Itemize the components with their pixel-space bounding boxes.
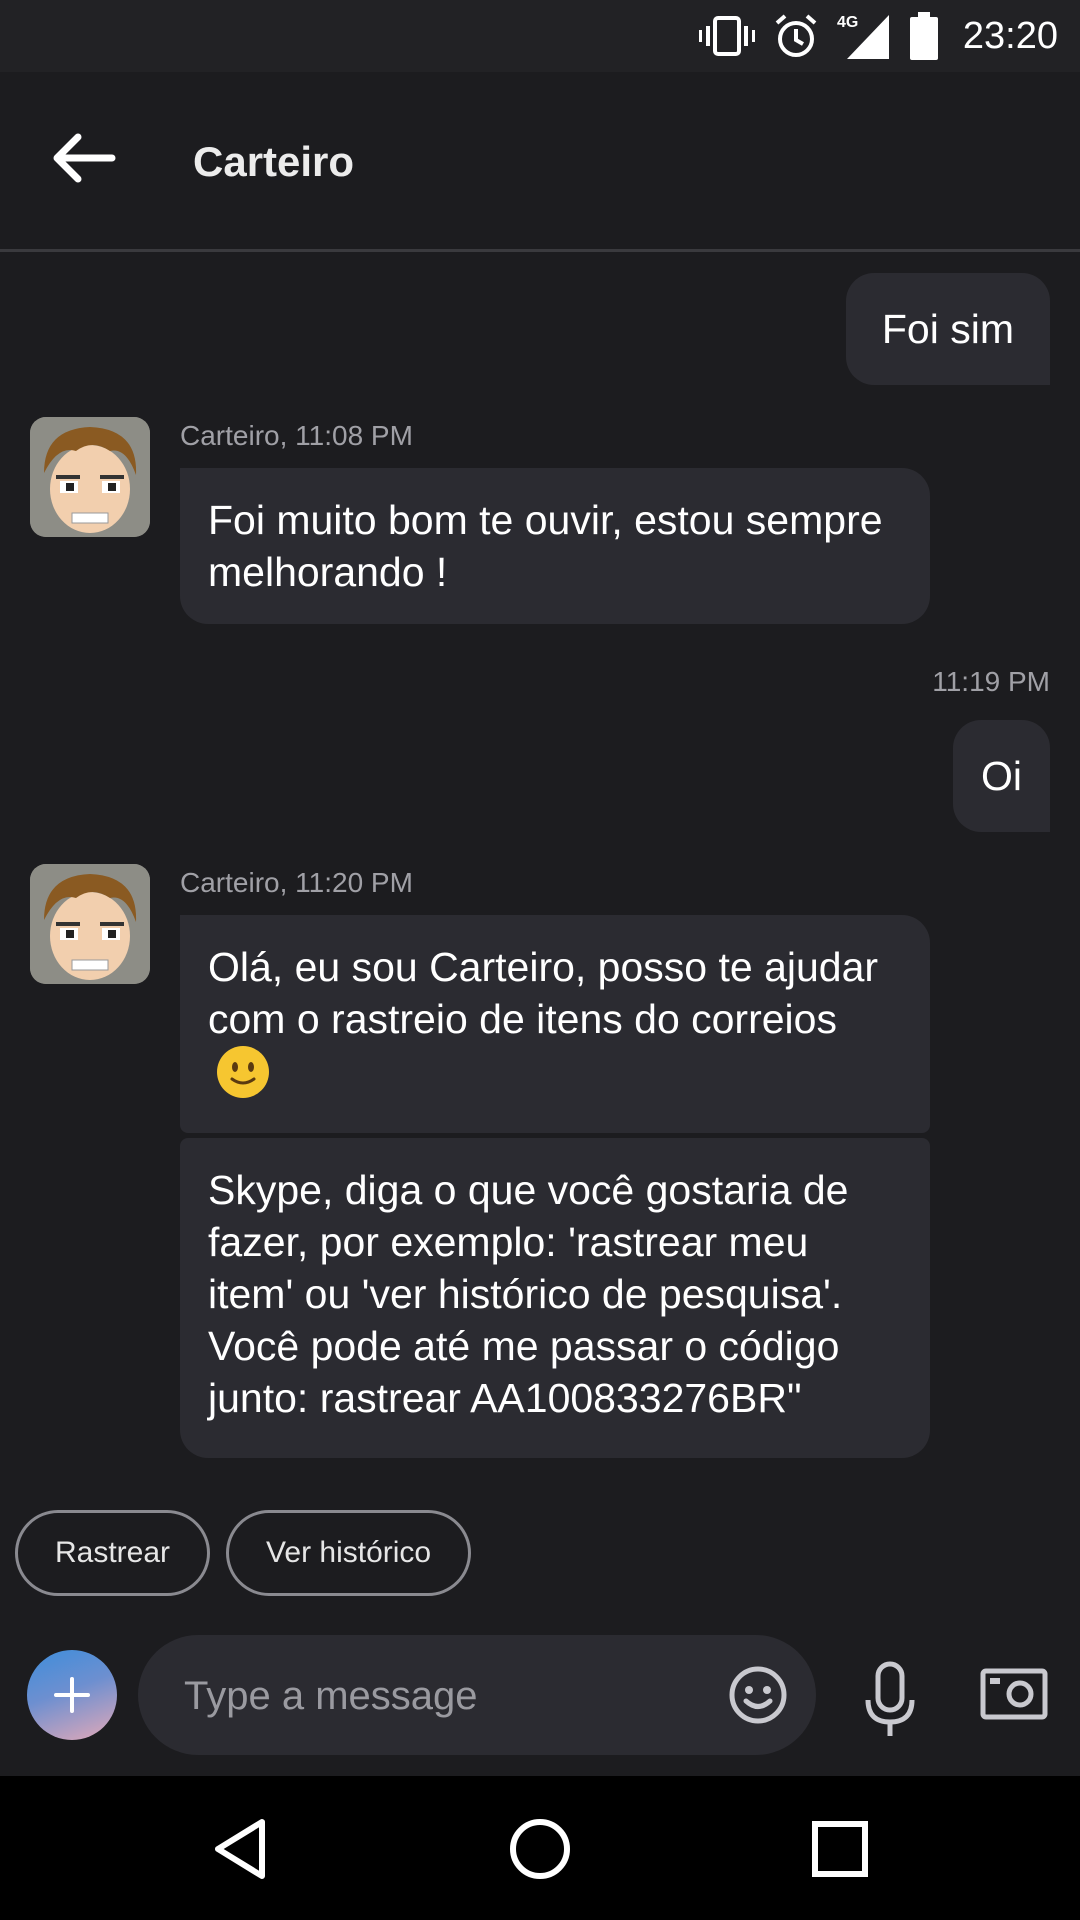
status-time: 23:20 — [962, 14, 1058, 57]
home-circle-icon[interactable] — [505, 1814, 575, 1884]
suggested-actions: Rastrear Ver histórico — [15, 1510, 472, 1596]
camera-icon[interactable] — [980, 1668, 1048, 1720]
recents-square-icon[interactable] — [805, 1814, 875, 1884]
message-text: Foi muito bom te ouvir, estou sempre mel… — [208, 497, 883, 595]
avatar[interactable] — [30, 864, 150, 984]
signal-icon: 4G — [837, 11, 891, 61]
conversation-header: Carteiro — [0, 72, 1080, 252]
message-meta: Carteiro, 11:20 PM — [180, 867, 413, 898]
slightly-smiling-face-icon — [216, 1045, 270, 1111]
message-bubble-outgoing[interactable]: Foi sim — [845, 273, 1050, 385]
emoji-icon[interactable] — [728, 1665, 788, 1725]
network-label: 4G — [837, 14, 858, 31]
plus-icon[interactable] — [27, 1650, 117, 1740]
message-composer — [0, 1620, 1080, 1776]
message-bubble-incoming[interactable]: Skype, diga o que você gostaria de fazer… — [180, 1138, 930, 1458]
status-bar: 4G 23:20 — [0, 0, 1080, 72]
message-input[interactable] — [182, 1635, 706, 1757]
message-text: Oi — [981, 752, 1022, 799]
alarm-icon — [773, 13, 819, 59]
arrow-left-icon[interactable] — [48, 128, 118, 188]
message-text: Foi sim — [881, 305, 1014, 352]
message-bubble-outgoing[interactable]: Oi — [953, 720, 1050, 832]
message-bubble-incoming[interactable]: Foi muito bom te ouvir, estou sempre mel… — [180, 468, 930, 624]
vibrate-icon — [698, 14, 755, 58]
message-text: Olá, eu sou Carteiro, posso te ajudar co… — [208, 944, 879, 1042]
system-nav-bar — [0, 1776, 1080, 1920]
message-text: Skype, diga o que você gostaria de fazer… — [208, 1167, 849, 1421]
microphone-icon[interactable] — [862, 1660, 918, 1740]
battery-icon — [909, 12, 939, 60]
message-bubble-incoming[interactable]: Olá, eu sou Carteiro, posso te ajudar co… — [180, 915, 930, 1133]
message-meta: Carteiro, 11:08 PM — [180, 420, 413, 451]
conversation-title[interactable]: Carteiro — [193, 138, 354, 186]
suggestion-chip-ver-historico[interactable]: Ver histórico — [226, 1510, 472, 1596]
suggestion-chip-rastrear[interactable]: Rastrear — [15, 1510, 211, 1596]
back-triangle-icon[interactable] — [206, 1814, 276, 1884]
avatar[interactable] — [30, 417, 150, 537]
message-input-container — [138, 1635, 816, 1757]
message-meta: 11:19 PM — [932, 666, 1050, 697]
